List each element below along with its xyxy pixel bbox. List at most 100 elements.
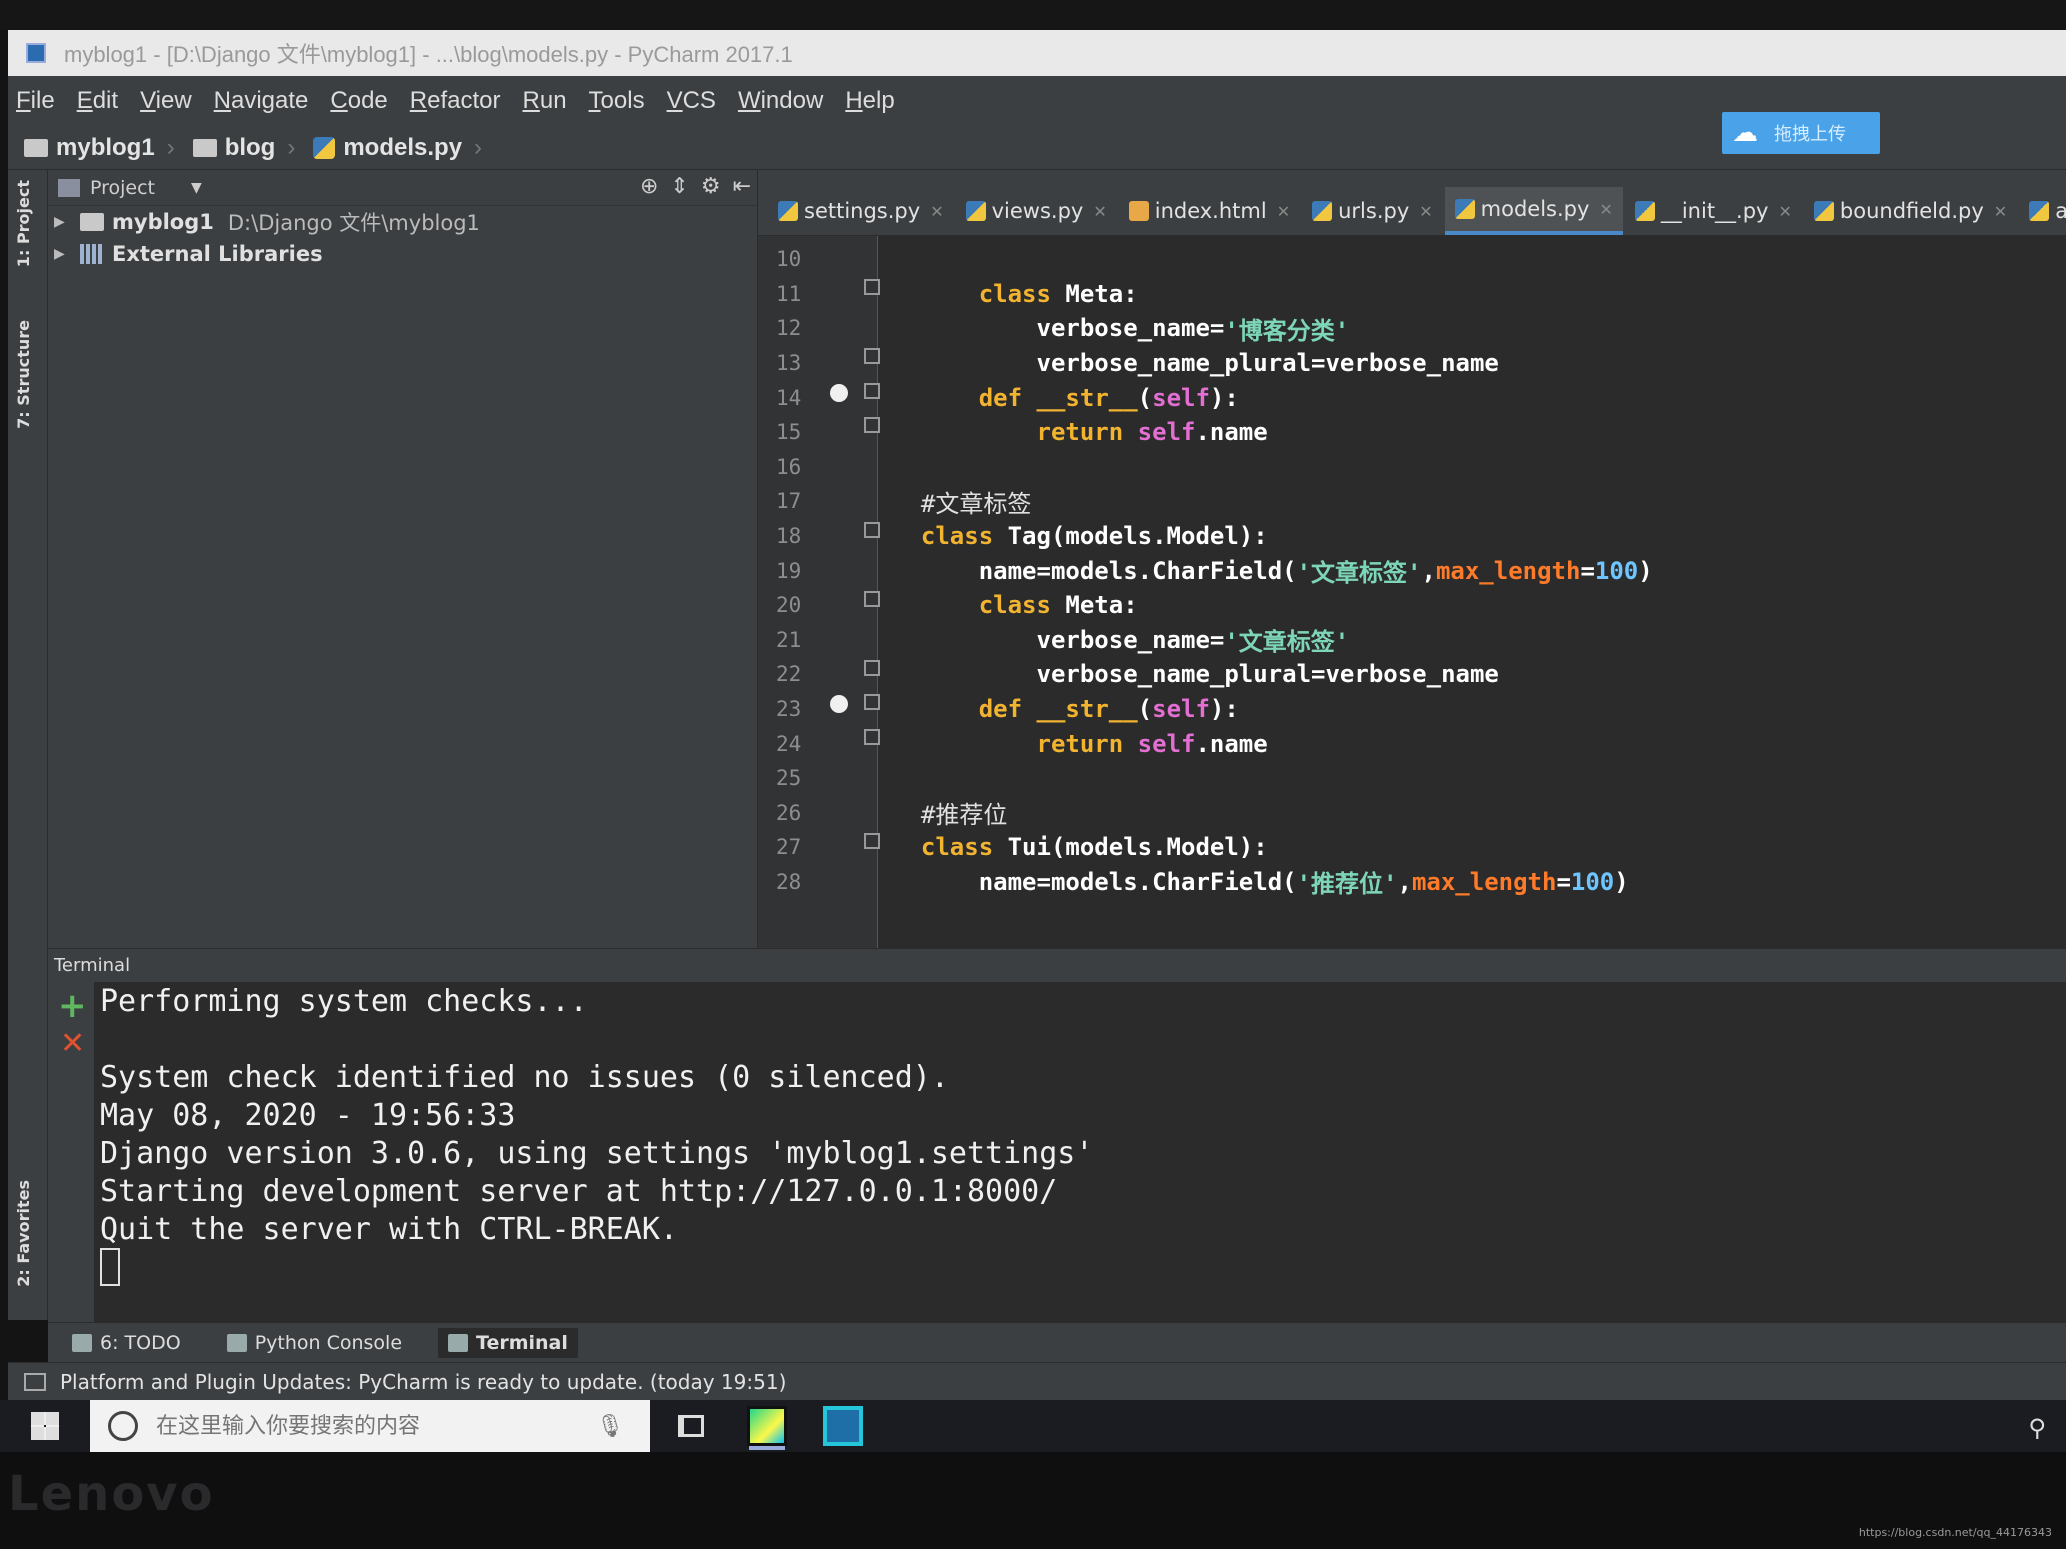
tab-label: boundfield.py [1839,199,1984,223]
python-file-icon [1634,201,1655,221]
remote-app-taskbar-button[interactable] [808,1400,878,1452]
tab-boundfield-py[interactable]: boundfield.py ✕ [1804,187,2017,235]
code-line: class Tui(models.Model): [892,830,2066,865]
people-icon[interactable]: ⚲ [2028,1414,2046,1442]
expand-arrow-icon[interactable]: ▶ [54,214,80,230]
line-number: 25 [776,766,802,791]
line-number: 10 [776,247,802,272]
fold-marker-icon[interactable] [864,660,880,676]
tab-index-html[interactable]: index.html ✕ [1119,187,1300,235]
tab-models-py[interactable]: models.py ✕ [1444,187,1623,235]
tree-item-external-libraries[interactable]: ▶ External Libraries [48,238,757,270]
tree-item-myblog1[interactable]: ▶ myblog1 D:\Django 文件\myblog1 [48,206,757,238]
terminal-panel[interactable]: + ✕ Performing system checks... System c… [48,982,2066,1322]
terminal-output[interactable]: Performing system checks... System check… [100,982,1093,1286]
tab-label: urls.py [1338,199,1410,223]
chevron-down-icon[interactable]: ▼ [191,180,202,196]
terminal-line: Performing system checks... [100,983,588,1019]
hide-icon[interactable]: ⇤ [733,174,751,199]
fold-marker-icon[interactable] [864,694,880,710]
keyword: class [978,591,1051,620]
tab-python-console[interactable]: Python Console [217,1328,412,1358]
terminal-line: May 08, 2020 - 19:56:33 [100,1097,516,1133]
tab-settings-py[interactable]: settings.py ✕ [768,187,954,235]
microphone-icon[interactable]: 🎙 [596,1414,624,1439]
menu-view[interactable]: View [140,87,192,115]
tab-favorites[interactable]: 2: Favorites [14,1180,33,1287]
terminal-cursor-line[interactable] [100,1248,1093,1286]
fold-marker-icon[interactable] [864,417,880,433]
start-button[interactable] [0,1400,90,1452]
keyword: def [978,383,1023,412]
fold-marker-icon[interactable] [864,348,880,364]
tab-views-py[interactable]: views.py ✕ [956,187,1117,235]
upload-button-label: 拖拽上传 [1774,124,1846,145]
fold-marker-icon[interactable] [864,591,880,607]
gear-icon[interactable]: ⚙ [701,174,721,199]
fold-marker-icon[interactable] [864,383,880,399]
close-icon[interactable]: ✕ [1994,202,2007,221]
status-toggle-icon[interactable] [24,1372,46,1391]
override-marker-icon[interactable] [830,695,848,713]
tab-structure[interactable]: 7: Structure [14,320,33,429]
pycharm-taskbar-button[interactable] [732,1400,802,1452]
tab-admin-py[interactable]: admin.py [2019,187,2066,235]
close-icon[interactable]: ✕ [1599,200,1612,219]
menu-navigate[interactable]: Navigate [214,87,309,115]
expand-arrow-icon[interactable]: ▶ [54,246,80,262]
menu-tools[interactable]: Tools [589,87,645,115]
add-session-icon[interactable]: + [58,986,87,1026]
menu-window[interactable]: Window [738,87,823,115]
locate-icon[interactable]: ⊕ [640,174,658,199]
breadcrumb-project-label: myblog1 [56,133,155,161]
code-line: def __str__(self): [892,380,2066,415]
breadcrumb-file[interactable]: models.py › [313,134,482,162]
menu-refactor[interactable]: Refactor [410,87,501,115]
tab-project[interactable]: 1: Project [14,180,33,267]
window-titlebar: myblog1 - [D:\Django 文件\myblog1] - ...\b… [8,30,2066,76]
collapse-icon[interactable]: ⇕ [670,174,688,199]
close-session-icon[interactable]: ✕ [60,1026,85,1061]
close-icon[interactable]: ✕ [1419,202,1432,221]
fold-marker-icon[interactable] [864,729,880,745]
task-view-button[interactable] [656,1400,726,1452]
code-text[interactable]: class Meta: verbose_name= '博客分类' verbose_… [878,236,2066,948]
python-file-icon [965,201,986,221]
chevron-right-icon: › [166,133,175,161]
status-message[interactable]: Platform and Plugin Updates: PyCharm is … [60,1370,786,1394]
fold-marker-icon[interactable] [864,279,880,295]
menu-help[interactable]: Help [845,87,894,115]
close-icon[interactable]: ✕ [930,202,943,221]
code-text-span: Tui(models.Model): [993,833,1268,862]
fold-marker-icon[interactable] [864,522,880,538]
tab-label: admin.py [2055,199,2066,223]
code-line: verbose_name_plural=verbose_name [892,657,2066,692]
tab-urls-py[interactable]: urls.py ✕ [1302,187,1443,235]
close-icon[interactable]: ✕ [1093,202,1106,221]
override-marker-icon[interactable] [830,384,848,402]
python-console-icon [226,1333,247,1352]
close-icon[interactable]: ✕ [1277,202,1290,221]
tab-todo[interactable]: 6: TODO [62,1328,191,1358]
pycharm-app-icon [26,43,46,63]
tab-terminal[interactable]: Terminal [438,1327,578,1358]
code-area[interactable]: 10 11 12 13 14 15 16 17 18 19 20 21 22 2… [758,236,2066,948]
taskbar-search[interactable]: 🎙 [90,1400,650,1452]
menu-run[interactable]: Run [523,87,567,115]
menu-code[interactable]: Code [330,87,387,115]
code-line: name=models.CharField('文章标签', max_length =… [892,553,2066,588]
search-input[interactable] [156,1413,576,1439]
upload-button[interactable]: ☁ 拖拽上传 [1722,112,1880,154]
tab-init-py[interactable]: __init__.py ✕ [1625,187,1802,235]
breadcrumb-folder[interactable]: blog › [192,134,295,162]
code-line: return self .name [892,726,2066,761]
code-line: class Meta: [892,277,2066,312]
project-panel-title[interactable]: Project [90,177,155,199]
breadcrumb-project[interactable]: myblog1 › [24,134,175,162]
fold-marker-icon[interactable] [864,833,880,849]
menu-file[interactable]: File [16,87,55,115]
status-bar: Platform and Plugin Updates: PyCharm is … [8,1362,2066,1400]
menu-vcs[interactable]: VCS [667,87,716,115]
close-icon[interactable]: ✕ [1779,202,1792,221]
menu-edit[interactable]: Edit [77,87,118,115]
